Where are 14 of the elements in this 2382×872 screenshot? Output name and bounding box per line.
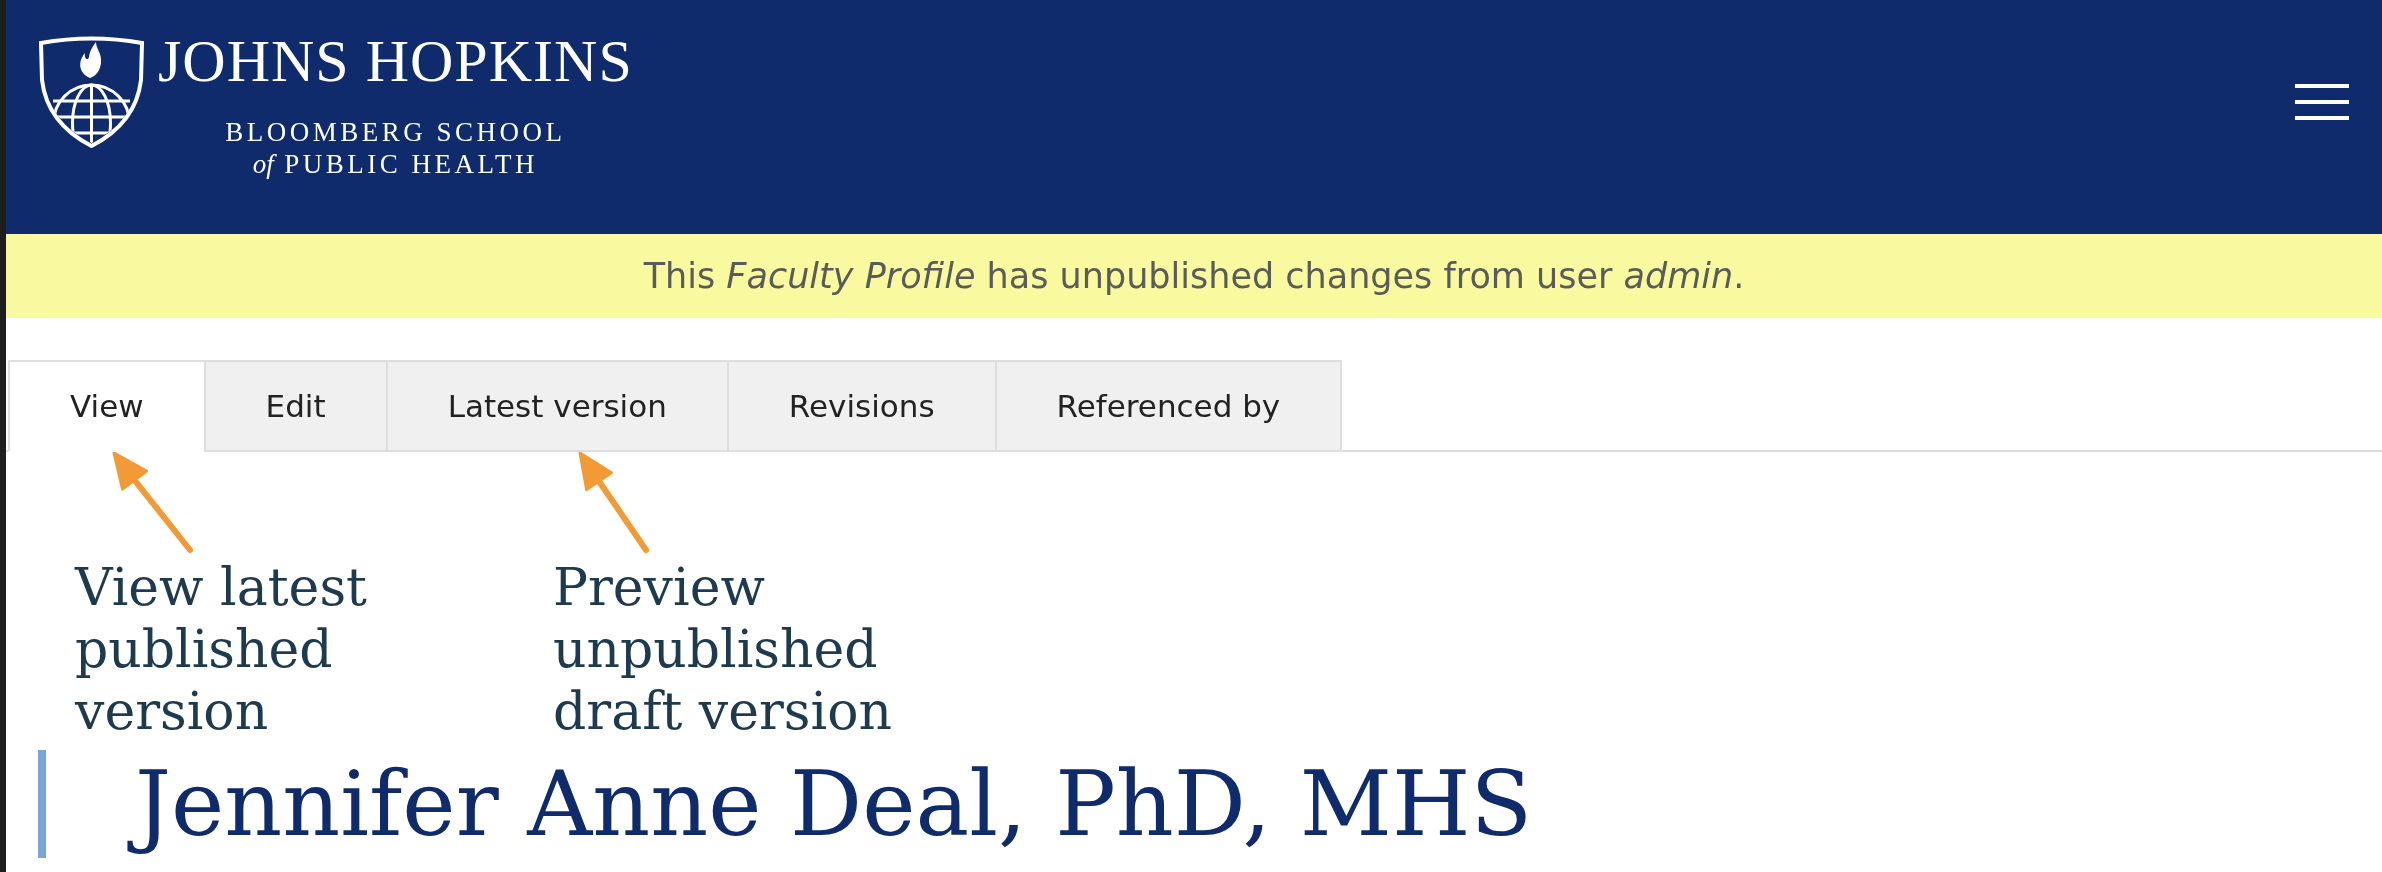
- logo-subtitle: BLOOMBERG SCHOOL: [225, 116, 566, 148]
- tab[interactable]: Revisions: [726, 360, 997, 452]
- tab[interactable]: View: [8, 360, 206, 452]
- tab[interactable]: Edit: [203, 360, 388, 452]
- shield-icon: [38, 35, 145, 148]
- menu-icon[interactable]: [2295, 83, 2349, 121]
- notice-text: This Faculty Profile has unpublished changes from user admin.: [643, 256, 1745, 296]
- profile-name: Jennifer Anne Deal, PhD, MHS: [123, 750, 1545, 858]
- annotation-text: Preview unpublished draft version: [553, 556, 892, 742]
- tab[interactable]: Referenced by: [994, 360, 1343, 452]
- logo-title: JOHNS HOPKINS: [158, 27, 633, 96]
- logo-subtitle: of PUBLIC HEALTH: [252, 148, 538, 180]
- tab[interactable]: Latest version: [385, 360, 729, 452]
- annotation-text: View latest published version: [75, 556, 367, 742]
